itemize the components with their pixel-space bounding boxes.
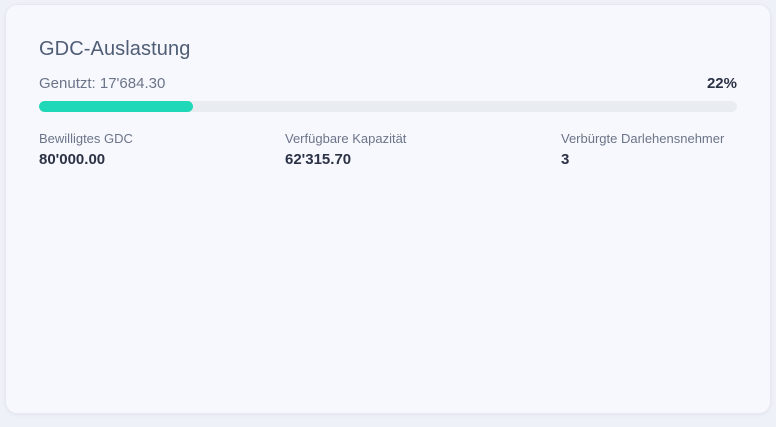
stat-label: Verfügbare Kapazität: [285, 131, 407, 146]
stat-guaranteed-borrowers: Verbürgte Darlehensnehmer 3: [561, 131, 724, 168]
stat-value: 3: [561, 151, 570, 168]
used-amount-label: Genutzt: 17'684.30: [39, 74, 166, 92]
stat-label: Bewilligtes GDC: [39, 131, 133, 146]
utilization-card: GDC-Auslastung Genutzt: 17'684.30 22% Be…: [5, 4, 771, 414]
stat-value: 80'000.00: [39, 151, 106, 168]
usage-percent: 22%: [706, 74, 737, 92]
stat-approved-gdc: Bewilligtes GDC 80'000.00: [39, 131, 133, 168]
stat-value: 62'315.70: [285, 151, 352, 168]
usage-row: Genutzt: 17'684.30 22%: [39, 73, 737, 93]
stat-available-capacity: Verfügbare Kapazität 62'315.70: [285, 131, 406, 168]
card-title: GDC-Auslastung: [39, 38, 191, 60]
stat-label: Verbürgte Darlehensnehmer: [561, 131, 725, 146]
usage-progress-bar: [39, 101, 737, 112]
usage-progress-fill: [39, 101, 193, 112]
stats-row: Bewilligtes GDC 80'000.00 Verfügbare Kap…: [39, 131, 737, 175]
